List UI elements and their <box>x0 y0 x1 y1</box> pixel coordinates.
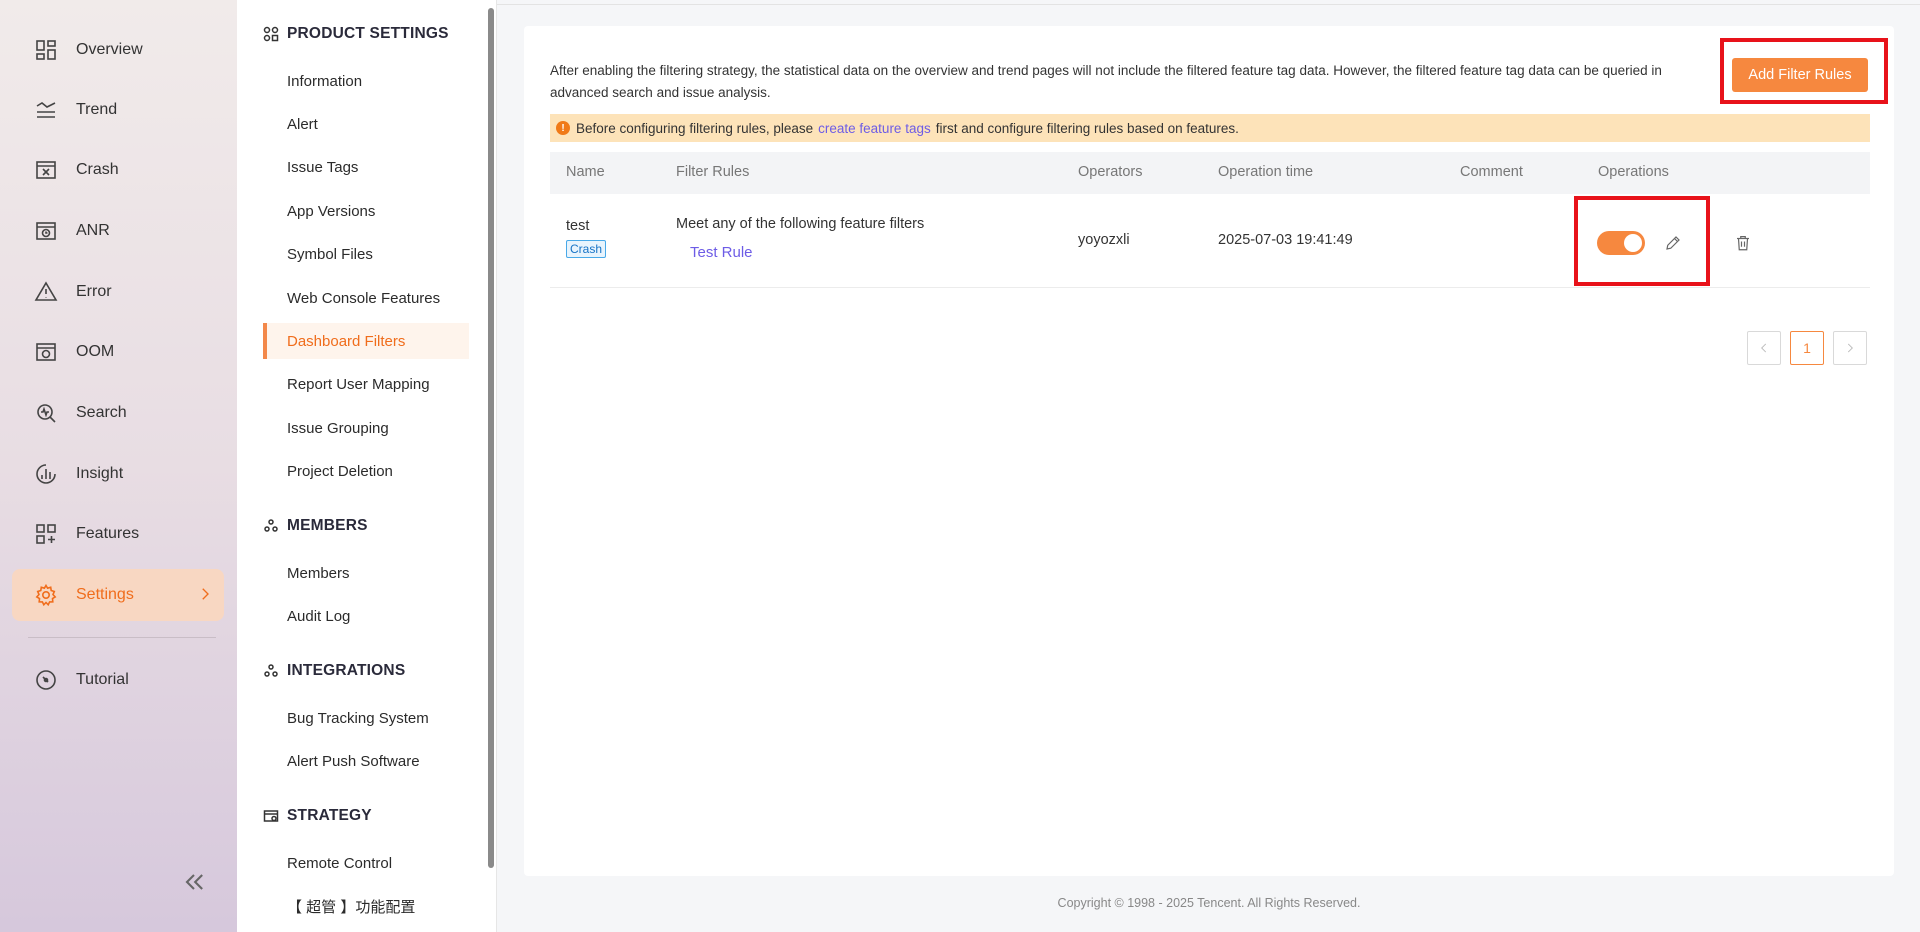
menu-item-issue-tags[interactable]: Issue Tags <box>263 149 469 185</box>
menu-item-issue-grouping[interactable]: Issue Grouping <box>263 410 469 446</box>
menu-item-information[interactable]: Information <box>263 63 469 99</box>
features-icon <box>34 522 58 546</box>
gear-icon <box>34 583 58 607</box>
menu-scrollbar[interactable] <box>488 8 494 868</box>
menu-item-alert[interactable]: Alert <box>263 106 469 142</box>
menu-item-project-deletion[interactable]: Project Deletion <box>263 453 469 489</box>
notice-text-after: first and configure filtering rules base… <box>935 120 1239 136</box>
info-notice: ! Before configuring filtering rules, pl… <box>550 114 1870 142</box>
menu-item-remote-control[interactable]: Remote Control <box>263 845 469 881</box>
overview-icon <box>34 38 58 62</box>
section-strategy: STRATEGY <box>263 804 372 828</box>
tutorial-icon <box>34 668 58 692</box>
nav-item-label: Overview <box>76 41 143 58</box>
operator-value: yoyozxli <box>1078 232 1130 248</box>
menu-item-admin-feature-config[interactable]: 【 超管 】功能配置 <box>263 888 469 924</box>
nav-item-crash[interactable]: Crash <box>12 144 224 196</box>
header-divider <box>497 4 1920 5</box>
filter-description: After enabling the filtering strategy, t… <box>550 63 1662 100</box>
rule-name: test <box>566 218 590 234</box>
test-rule-link[interactable]: Test Rule <box>690 244 753 261</box>
column-comment: Comment <box>1460 164 1523 180</box>
filter-rule-title: Meet any of the following feature filter… <box>676 216 925 232</box>
column-operation-time: Operation time <box>1218 164 1314 180</box>
nav-item-label: Features <box>76 525 140 542</box>
nav-item-label: Trend <box>76 101 118 118</box>
nav-item-label: OOM <box>76 343 115 360</box>
search-icon <box>34 401 58 425</box>
nav-item-trend[interactable]: Trend <box>12 84 224 136</box>
menu-item-audit-log[interactable]: Audit Log <box>263 598 469 634</box>
members-icon <box>263 518 279 534</box>
nav-item-settings[interactable]: Settings <box>12 569 224 621</box>
error-icon <box>34 280 58 304</box>
chevron-left-icon <box>1761 343 1767 353</box>
menu-item-members[interactable]: Members <box>263 555 469 591</box>
grid-icon <box>263 26 279 42</box>
dashboard-filters-panel: After enabling the filtering strategy, t… <box>524 26 1894 876</box>
nav-item-tutorial[interactable]: Tutorial <box>12 654 224 706</box>
create-feature-tags-link[interactable]: create feature tags <box>818 121 931 136</box>
warning-icon: ! <box>556 121 570 135</box>
insight-icon <box>34 462 58 486</box>
nav-item-label: Error <box>76 283 112 300</box>
trend-icon <box>34 98 58 122</box>
crash-icon <box>34 158 58 182</box>
nav-item-label: Insight <box>76 465 124 482</box>
trash-icon[interactable] <box>1734 234 1752 252</box>
section-product-settings: PRODUCT SETTINGS <box>263 22 449 46</box>
crash-tag: Crash <box>566 240 607 258</box>
highlight-box-operations <box>1574 196 1710 286</box>
operation-time-value: 2025-07-03 19:41:49 <box>1218 232 1353 248</box>
nav-item-features[interactable]: Features <box>12 508 224 560</box>
column-filter-rules: Filter Rules <box>676 164 750 180</box>
nav-item-label: Search <box>76 404 127 421</box>
section-integrations: INTEGRATIONS <box>263 659 405 683</box>
main-navigation: Overview Trend Crash ANR Error OOM Searc… <box>0 0 237 932</box>
highlight-box-add-button <box>1720 38 1888 104</box>
menu-item-report-user-mapping[interactable]: Report User Mapping <box>263 366 469 402</box>
menu-item-symbol-files[interactable]: Symbol Files <box>263 236 469 272</box>
chevron-right-icon <box>1847 343 1853 353</box>
nav-item-anr[interactable]: ANR <box>12 205 224 257</box>
notice-text-before: Before configuring filtering rules, plea… <box>576 120 814 136</box>
column-operations: Operations <box>1598 164 1669 180</box>
nav-item-oom[interactable]: OOM <box>12 326 224 378</box>
menu-item-alert-push-software[interactable]: Alert Push Software <box>263 743 469 779</box>
nav-divider <box>28 637 216 638</box>
column-operators: Operators <box>1078 164 1143 180</box>
rule-tag-wrap: Crash <box>566 240 607 258</box>
menu-item-web-console-features[interactable]: Web Console Features <box>263 280 469 316</box>
nav-item-label: Crash <box>76 161 119 178</box>
oom-icon <box>34 340 58 364</box>
nav-item-search[interactable]: Search <box>12 387 224 439</box>
nav-item-label: Settings <box>76 586 134 603</box>
anr-icon <box>34 219 58 243</box>
nav-item-label: Tutorial <box>76 671 129 688</box>
copyright-footer: Copyright © 1998 - 2025 Tencent. All Rig… <box>1057 896 1361 910</box>
menu-item-bug-tracking-system[interactable]: Bug Tracking System <box>263 700 469 736</box>
chevron-right-icon <box>196 585 214 603</box>
nav-item-insight[interactable]: Insight <box>12 448 224 500</box>
nav-item-overview[interactable]: Overview <box>12 24 224 76</box>
next-page-button[interactable] <box>1833 331 1867 365</box>
table-header: Name Filter Rules Operators Operation ti… <box>550 152 1870 194</box>
settings-menu: PRODUCT SETTINGS Information Alert Issue… <box>237 0 497 932</box>
menu-item-app-versions[interactable]: App Versions <box>263 193 469 229</box>
page-number-button[interactable]: 1 <box>1790 331 1824 365</box>
column-name: Name <box>566 164 605 180</box>
section-members: MEMBERS <box>263 514 368 538</box>
prev-page-button[interactable] <box>1747 331 1781 365</box>
nav-item-error[interactable]: Error <box>12 266 224 318</box>
collapse-sidebar-icon[interactable] <box>180 868 208 896</box>
menu-item-dashboard-filters[interactable]: Dashboard Filters <box>263 323 469 359</box>
nav-item-label: ANR <box>76 222 110 239</box>
integrations-icon <box>263 663 279 679</box>
strategy-icon <box>263 808 279 824</box>
